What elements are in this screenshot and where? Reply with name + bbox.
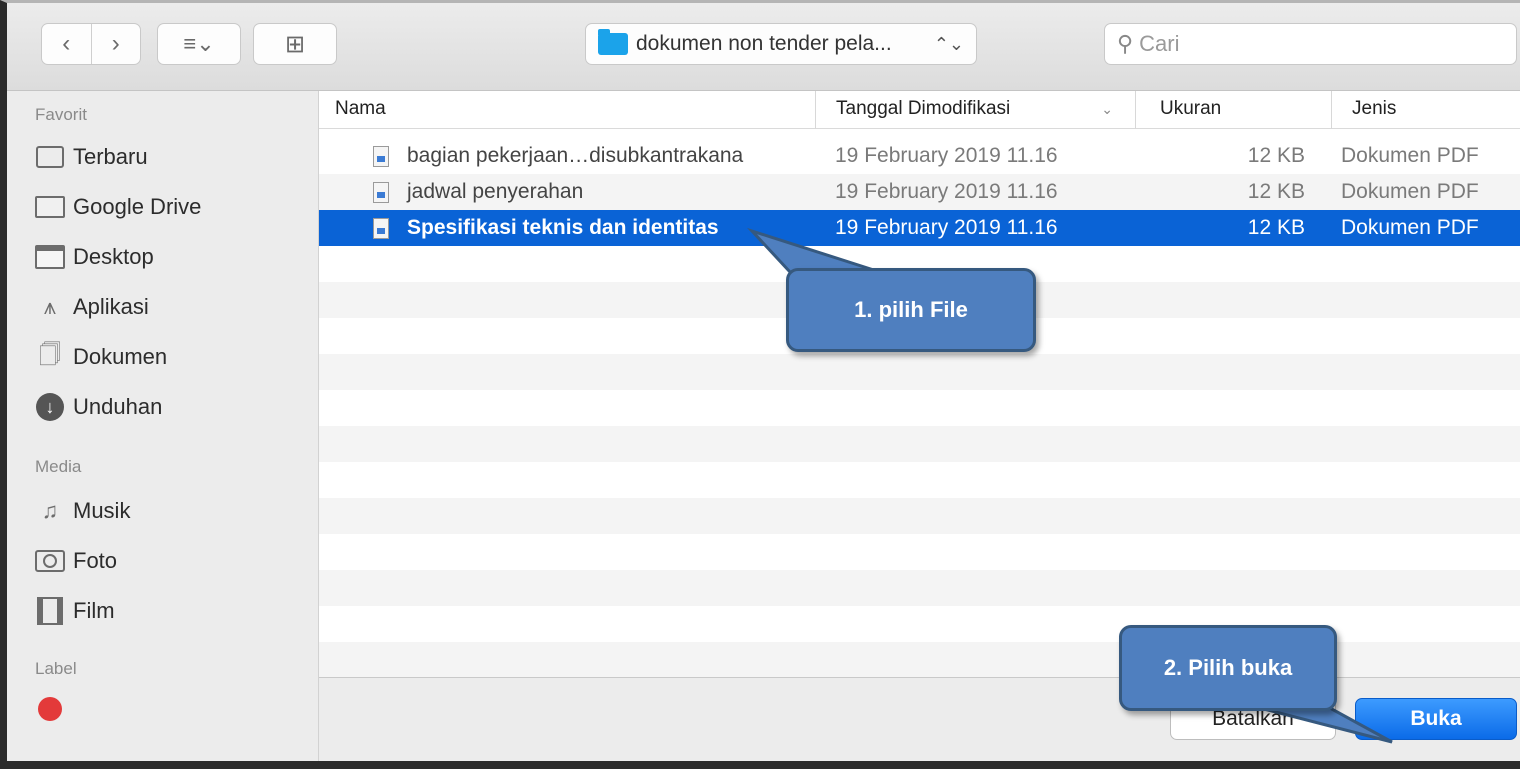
callout-step-2: 2. Pilih buka bbox=[1119, 625, 1337, 711]
callout-step-1: 1. pilih File bbox=[786, 268, 1036, 352]
callout-2-pointer bbox=[1259, 706, 1393, 744]
callout-1-pointer bbox=[747, 227, 881, 274]
